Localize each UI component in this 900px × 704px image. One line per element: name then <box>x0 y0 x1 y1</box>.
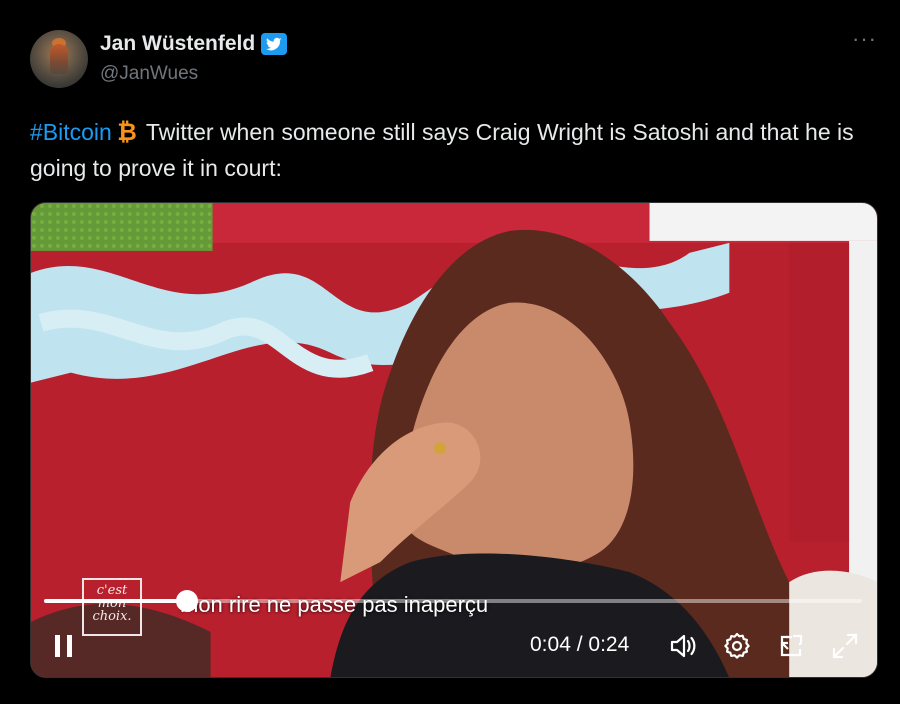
progress-bar[interactable] <box>44 590 862 612</box>
verified-badge-icon <box>261 33 288 55</box>
progress-scrubber-handle[interactable] <box>176 590 199 612</box>
logo-line-3: choix. <box>92 609 132 624</box>
hashtag-link[interactable]: #Bitcoin <box>30 119 112 145</box>
display-name[interactable]: Jan Wüstenfeld <box>100 32 255 56</box>
pause-icon[interactable] <box>52 634 76 658</box>
tweet-text: #Bitcoin ₿ Twitter when someone still sa… <box>30 114 880 186</box>
bitcoin-icon: ₿ <box>117 118 137 144</box>
tweet: Jan Wüstenfeld @JanWues ··· #Bitcoin ₿ T… <box>0 0 900 704</box>
video-subtitle: mon rire ne passe pas inaperçu <box>180 592 489 617</box>
more-icon[interactable]: ··· <box>852 28 877 50</box>
time-display: 0:04 / 0:24 <box>530 633 629 657</box>
time-separator: / <box>576 633 583 656</box>
fullscreen-icon[interactable] <box>830 631 860 661</box>
author-name-row: Jan Wüstenfeld <box>100 32 288 56</box>
avatar[interactable] <box>30 30 88 88</box>
progress-fill <box>44 599 188 603</box>
svg-text:₿: ₿ <box>117 118 137 144</box>
settings-icon[interactable] <box>722 631 752 661</box>
current-time: 0:04 <box>530 633 571 656</box>
channel-logo: c'est mon choix. <box>82 578 142 636</box>
duration: 0:24 <box>588 633 630 656</box>
handle[interactable]: @JanWues <box>100 63 198 85</box>
tweet-body: Twitter when someone still says Craig Wr… <box>30 119 854 181</box>
pop-out-icon[interactable] <box>776 631 806 661</box>
volume-icon[interactable] <box>668 631 698 661</box>
